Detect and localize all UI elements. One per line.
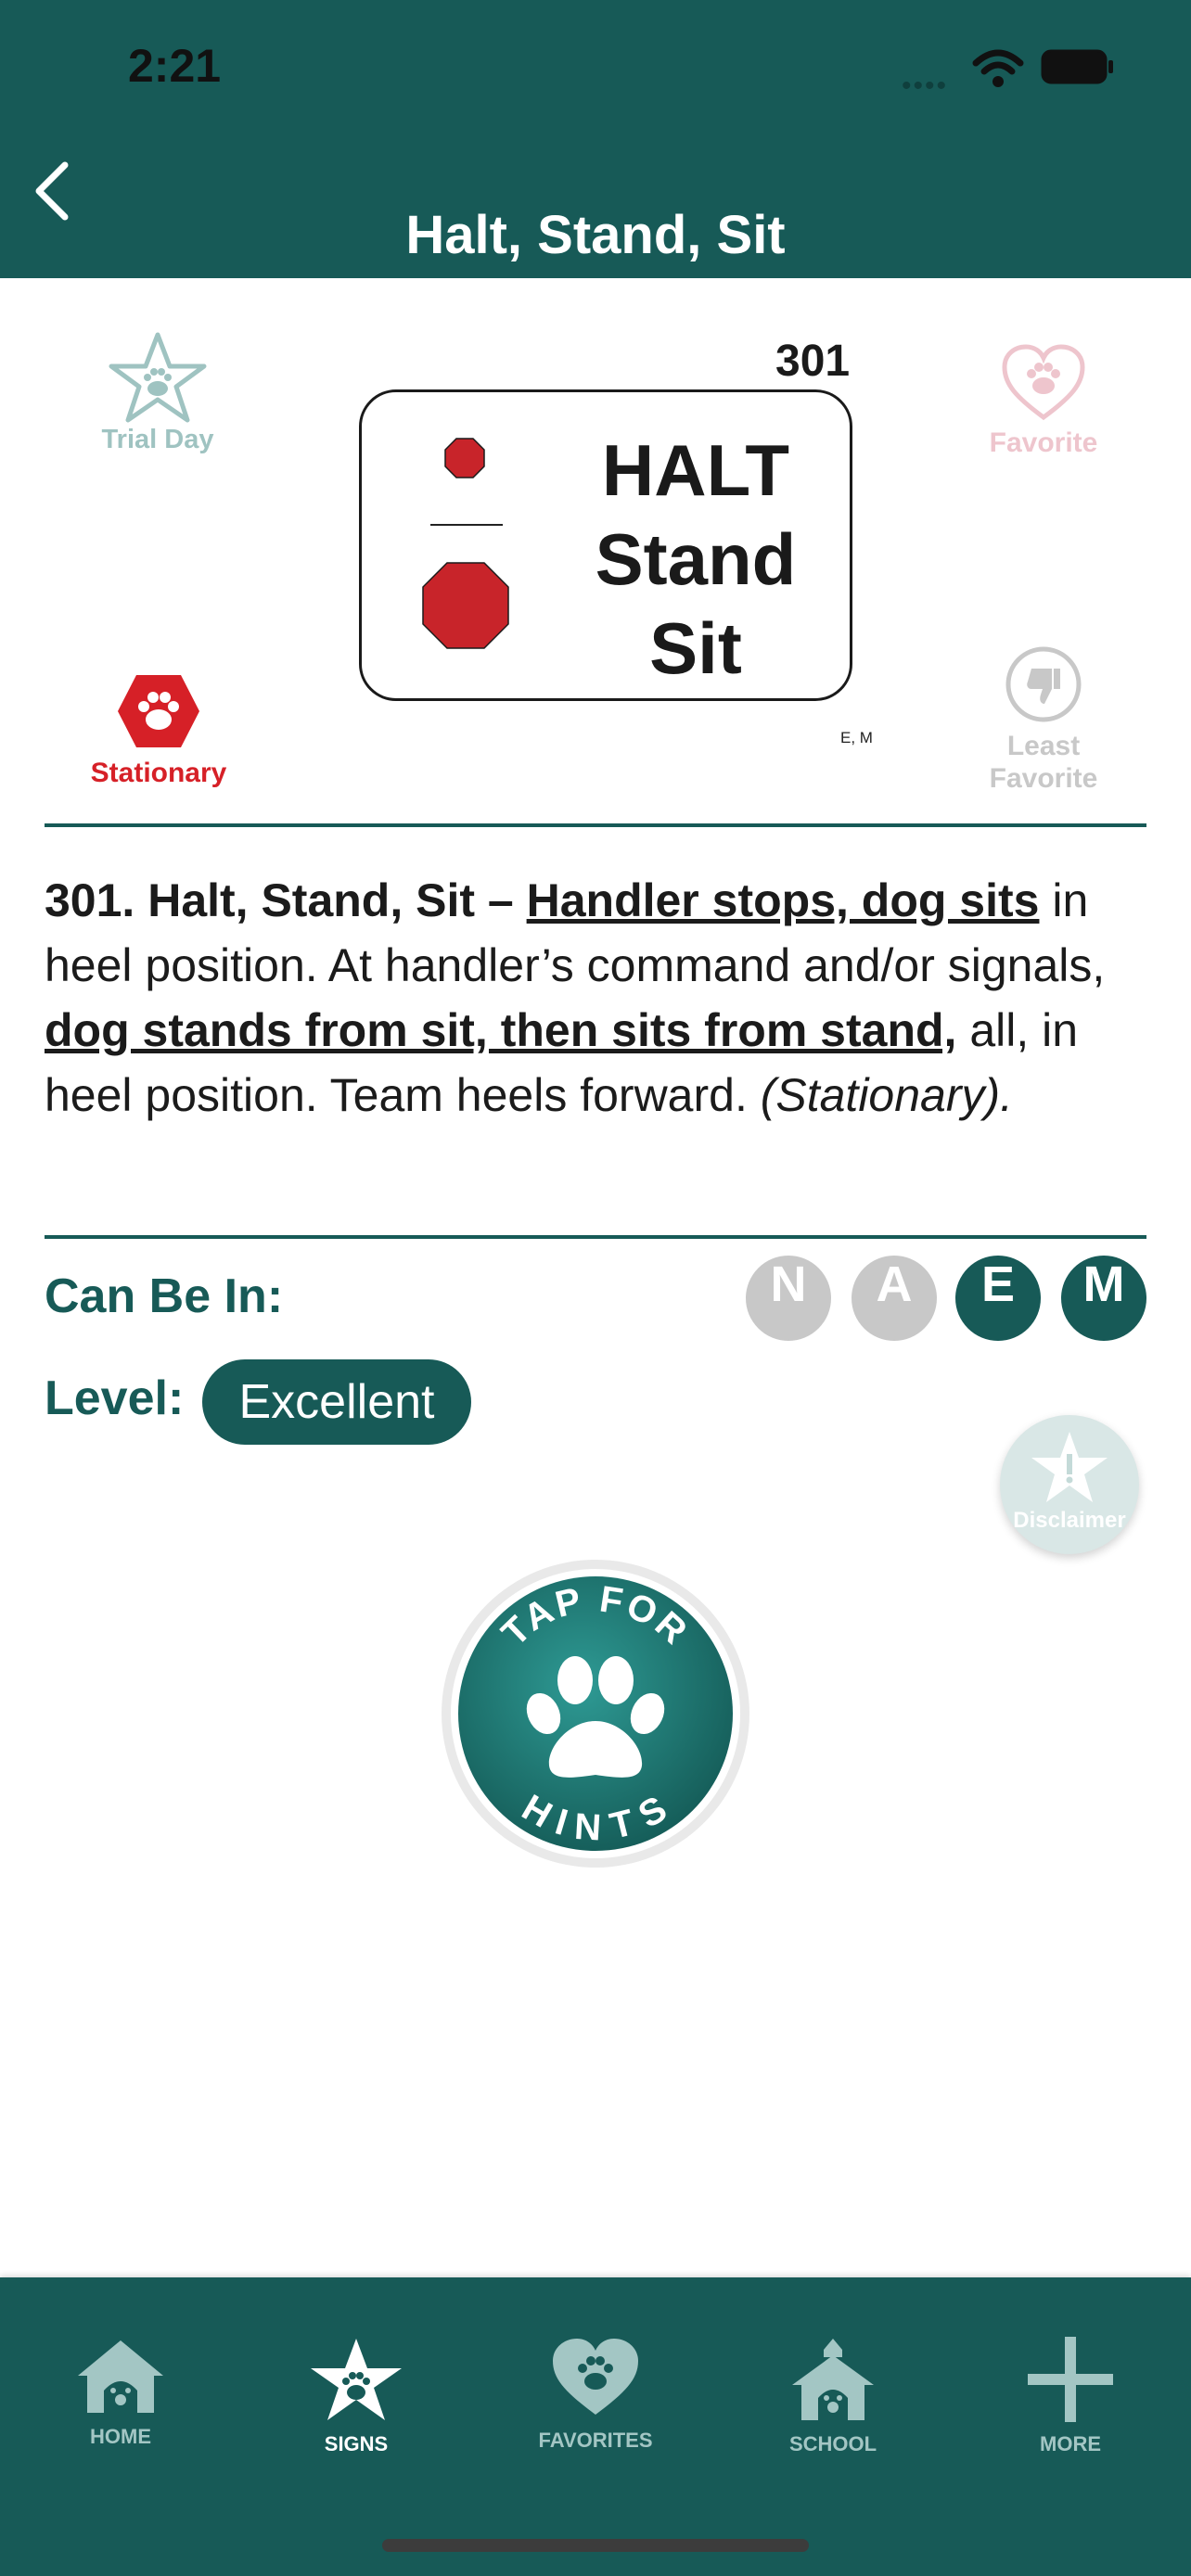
thumbs-down-icon <box>1005 646 1082 722</box>
description-highlight-2: dog stands from sit, then sits from stan… <box>45 1004 957 1056</box>
sign-number: 301 <box>775 337 851 386</box>
level-pill: Excellent <box>202 1359 471 1445</box>
sign-card-text: HALT Stand Sit <box>538 426 853 693</box>
level-circle-n: N <box>746 1256 831 1341</box>
star-paw-icon <box>109 332 207 423</box>
star-alert-icon <box>1031 1432 1108 1502</box>
description-lead: 301. Halt, Stand, Sit – <box>45 874 527 926</box>
stationary-label: Stationary <box>90 758 227 788</box>
battery-icon <box>1041 49 1113 84</box>
small-stop-icon <box>444 438 485 478</box>
home-indicator <box>382 2539 809 2552</box>
tab-more-label: MORE <box>1040 2432 1101 2455</box>
tab-signs-label: SIGNS <box>324 2432 389 2455</box>
sign-line-stand: Stand <box>595 518 797 600</box>
description-highlight-1: Handler stops, dog sits <box>526 874 1040 926</box>
tab-signs[interactable]: SIGNS <box>263 2337 449 2456</box>
trial-day-button[interactable]: Trial Day <box>83 329 232 455</box>
plus-icon <box>1028 2337 1113 2422</box>
tab-school-label: SCHOOL <box>788 2432 877 2455</box>
heart-paw-icon <box>553 2339 638 2415</box>
tab-school[interactable]: SCHOOL <box>740 2337 926 2456</box>
heart-paw-icon <box>1002 344 1085 421</box>
level-circle-a: A <box>852 1256 937 1341</box>
cellular-signal-icon: •••• <box>902 70 949 101</box>
doghouse-icon <box>78 2340 163 2413</box>
sign-divider-line <box>430 524 503 526</box>
star-paw-icon <box>311 2339 402 2420</box>
favorite-label: Favorite <box>989 427 1098 458</box>
sign-levels-tag: E, M <box>840 729 873 746</box>
favorite-button[interactable]: Favorite <box>965 343 1122 459</box>
level-circle-e: E <box>955 1256 1041 1341</box>
least-favorite-label-2: Favorite <box>989 763 1098 794</box>
large-stop-icon <box>422 562 509 649</box>
stop-paw-icon <box>118 675 199 747</box>
school-house-icon <box>792 2339 874 2420</box>
tab-favorites-label: FAVORITES <box>538 2429 653 2452</box>
tap-for-hints-button[interactable]: TAP FOR HINTS <box>440 1558 751 1869</box>
wifi-icon <box>972 49 1024 87</box>
level-circle-m: M <box>1061 1256 1146 1341</box>
status-time: 2:21 <box>128 40 222 92</box>
sign-line-halt: HALT <box>601 429 790 511</box>
description-note: (Stationary). <box>760 1069 1014 1121</box>
trial-day-label: Trial Day <box>101 425 214 454</box>
least-favorite-label-1: Least <box>1006 731 1081 761</box>
tab-home[interactable]: HOME <box>28 2337 213 2449</box>
disclaimer-button[interactable]: Disclaimer <box>1000 1415 1139 1554</box>
sign-description: 301. Halt, Stand, Sit – Handler stops, d… <box>45 868 1148 1128</box>
sign-card: HALT Stand Sit <box>359 389 852 701</box>
top-bar: 2:21 •••• Halt, Stand, Sit <box>0 0 1191 278</box>
tab-home-label: HOME <box>90 2425 151 2448</box>
can-be-in-label: Can Be In: <box>45 1269 284 1323</box>
page-title: Halt, Stand, Sit <box>405 205 786 265</box>
tab-bar: HOME SIGNS FAVORITES SCHOOL MORE <box>0 2277 1191 2576</box>
tab-more[interactable]: MORE <box>978 2337 1163 2456</box>
least-favorite-button[interactable]: Least Favorite <box>965 644 1122 794</box>
disclaimer-label: Disclaimer <box>1013 1508 1126 1533</box>
level-label: Level: <box>45 1371 185 1425</box>
sign-line-sit: Sit <box>649 607 742 689</box>
divider-top <box>45 823 1146 827</box>
divider-bottom <box>45 1235 1146 1239</box>
stationary-badge: Stationary <box>72 671 245 789</box>
tab-favorites[interactable]: FAVORITES <box>503 2337 688 2453</box>
